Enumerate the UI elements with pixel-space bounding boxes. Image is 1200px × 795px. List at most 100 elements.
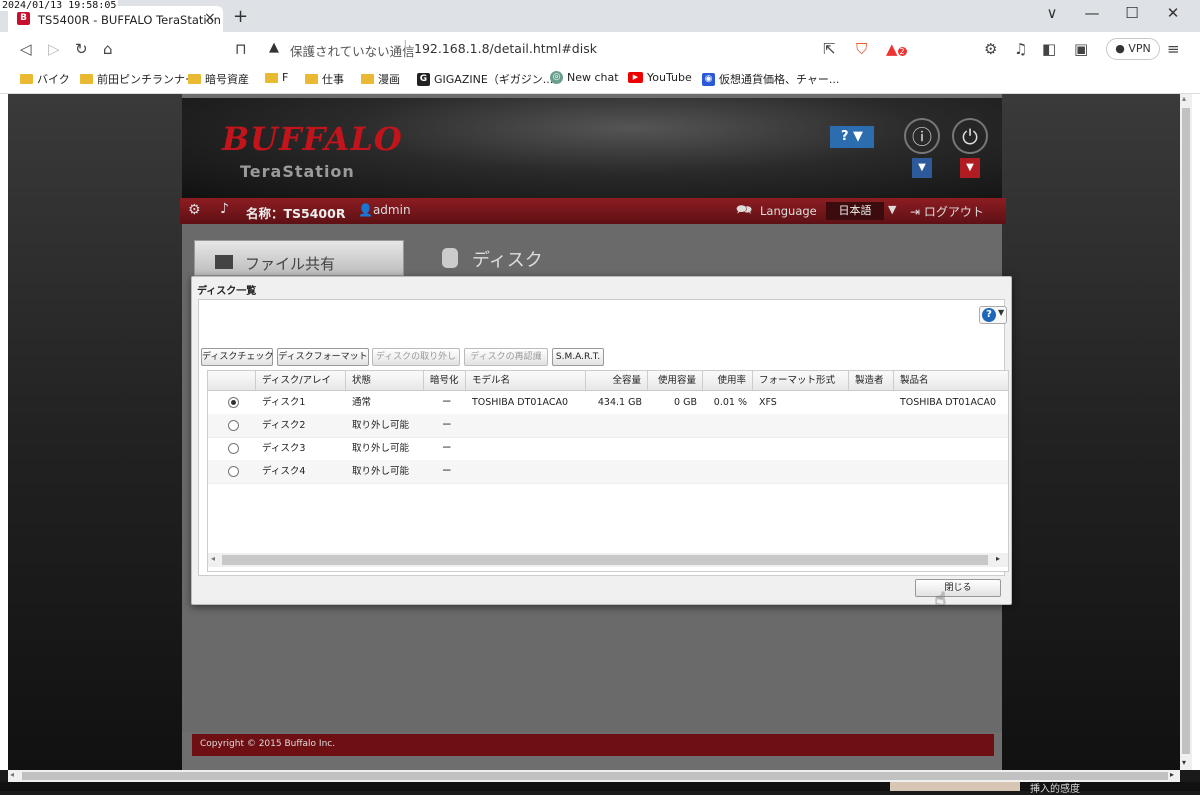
bookmark-folder[interactable]: F	[265, 71, 288, 84]
hand-cursor-icon: ☝	[935, 589, 946, 610]
bookmark-link[interactable]: ▶ YouTube	[628, 71, 692, 84]
page-title: ディスク	[472, 250, 543, 271]
settings-icon[interactable]: ⚙	[188, 202, 201, 218]
row-radio[interactable]	[228, 420, 239, 431]
cell-disk: ディスク3	[262, 443, 306, 454]
insecure-label: 保護されていない通信	[290, 44, 415, 59]
scroll-right-icon[interactable]: ▸	[1170, 770, 1174, 779]
folder-icon	[20, 74, 33, 84]
tab-search-icon[interactable]: ∨	[1037, 4, 1067, 22]
back-icon[interactable]: ◁	[20, 40, 32, 58]
new-tab-button[interactable]: +	[233, 8, 248, 26]
col-header[interactable]: 全容量	[586, 371, 648, 391]
power-dropdown-icon[interactable]: ▼	[960, 158, 980, 178]
col-header[interactable]: 製造者	[849, 371, 894, 391]
music-note-icon[interactable]: ♪	[220, 201, 229, 217]
power-icon[interactable]: ⏻	[952, 118, 988, 154]
desktop-strip	[0, 782, 1200, 791]
table-row[interactable]: ディスク3 取り外し可能 ー	[208, 437, 1008, 461]
nas-toolbar: ⚙ ♪ 名称：TS5400R 👤admin 🗪 Language 日本語 ▼ ⇥…	[180, 198, 1006, 224]
page-horizontal-scrollbar[interactable]: ◂ ▸	[8, 770, 1180, 782]
cell-rate: 0.01 %	[713, 397, 747, 408]
scroll-left-icon[interactable]: ◂	[10, 770, 14, 779]
logout-icon: ⇥	[910, 205, 924, 219]
bookmark-folder[interactable]: 仕事	[305, 71, 344, 87]
nas-footer: Copyright © 2015 Buffalo Inc.	[192, 734, 994, 756]
bookmark-link[interactable]: ◎ New chat	[550, 71, 619, 84]
table-row[interactable]: ディスク2 取り外し可能 ー	[208, 414, 1008, 438]
page-vertical-scrollbar[interactable]: ▴ ▾	[1180, 94, 1192, 770]
maximize-button[interactable]: ☐	[1117, 4, 1147, 22]
header-help-button[interactable]: ? ▼	[830, 126, 874, 148]
row-radio[interactable]	[228, 397, 239, 408]
bookmark-folder[interactable]: 前田ピンチランナー	[80, 71, 196, 87]
copyright: Copyright © 2015 Buffalo Inc.	[200, 739, 336, 749]
scroll-down-icon[interactable]: ▾	[1182, 758, 1186, 767]
bookmark-label: 前田ピンチランナー	[97, 73, 196, 86]
disk-table: ディスク/アレイ 状態 暗号化 モデル名 全容量 使用容量 使用率 フォーマット…	[207, 370, 1009, 572]
cell-status: 取り外し可能	[352, 443, 410, 454]
logout-label: ログアウト	[923, 205, 984, 219]
col-header[interactable]: 製品名	[894, 371, 1008, 391]
cell-enc: ー	[442, 443, 452, 454]
forward-icon[interactable]: ▷	[48, 40, 60, 58]
disk-remove-button[interactable]: ディスクの取り外し	[372, 348, 460, 366]
table-row[interactable]: ディスク1 通常 ー TOSHIBA DT01ACA0 434.1 GB 0 G…	[208, 391, 1008, 415]
home-icon[interactable]: ⌂	[103, 40, 113, 58]
col-header[interactable]: 暗号化	[424, 371, 466, 391]
scrollbar-thumb[interactable]	[1182, 108, 1190, 754]
scroll-left-icon[interactable]: ◂	[211, 554, 215, 563]
bookmark-folder[interactable]: バイク	[20, 71, 70, 87]
col-header[interactable]: 状態	[346, 371, 424, 391]
col-header[interactable]: ディスク/アレイ	[256, 371, 346, 391]
cell-disk: ディスク2	[262, 420, 306, 431]
info-dropdown-icon[interactable]: ▼	[912, 158, 932, 178]
bookmark-folder[interactable]: 漫画	[361, 71, 400, 87]
minimize-button[interactable]: —	[1077, 4, 1107, 22]
info-icon[interactable]: ⓘ	[904, 118, 940, 154]
row-radio[interactable]	[228, 443, 239, 454]
buffalo-logo: BUFFALO	[222, 120, 403, 158]
col-header[interactable]: フォーマット形式	[753, 371, 849, 391]
chevron-down-icon[interactable]: ▼	[888, 203, 896, 216]
language-select[interactable]: 日本語	[826, 202, 884, 220]
url-box[interactable]: ▲ 保護されていない通信 | 192.168.1.8/detail.html#d…	[228, 36, 908, 62]
close-button[interactable]: 閉じる	[915, 579, 1001, 597]
cell-status: 取り外し可能	[352, 420, 410, 431]
url-text[interactable]: 192.168.1.8/detail.html#disk	[414, 41, 597, 56]
reload-icon[interactable]: ↻	[75, 40, 88, 58]
wallet-icon[interactable]: ▣	[1074, 40, 1088, 58]
media-icon[interactable]: ♫	[1014, 40, 1027, 58]
disk-check-button[interactable]: ディスクチェック	[201, 348, 273, 366]
scroll-right-icon[interactable]: ▸	[996, 554, 1000, 563]
extensions-icon[interactable]: ⚙	[984, 40, 997, 58]
col-header[interactable]: モデル名	[466, 371, 586, 391]
col-header[interactable]: 使用率	[703, 371, 753, 391]
tab-close-icon[interactable]: ×	[204, 10, 216, 26]
dialog-help-button[interactable]: ? ▼	[979, 306, 1007, 324]
table-row[interactable]: ディスク4 取り外し可能 ー	[208, 460, 1008, 484]
bookmark-folder[interactable]: 暗号資産	[188, 71, 249, 87]
menu-icon[interactable]: ≡	[1167, 40, 1180, 58]
vpn-button[interactable]: ● VPN	[1106, 38, 1160, 60]
scrollbar-thumb[interactable]	[22, 772, 1168, 780]
nav-file-share[interactable]: ファイル共有	[194, 240, 404, 276]
row-radio[interactable]	[228, 466, 239, 477]
logout-button[interactable]: ⇥ ログアウト	[910, 203, 984, 220]
close-window-button[interactable]: ✕	[1158, 4, 1188, 22]
sidebar-icon[interactable]: ◧	[1042, 40, 1056, 58]
col-header[interactable]: 使用容量	[648, 371, 703, 391]
smart-button[interactable]: S.M.A.R.T.	[552, 348, 604, 366]
scroll-up-icon[interactable]: ▴	[1182, 94, 1186, 103]
disk-format-button[interactable]: ディスクフォーマット	[277, 348, 369, 366]
cell-disk: ディスク1	[262, 397, 306, 408]
brave-rewards-icon[interactable]: ▲ 2	[886, 40, 907, 58]
disk-recognize-button[interactable]: ディスクの再認識	[464, 348, 548, 366]
brave-shield-icon[interactable]: ⛉	[856, 40, 867, 58]
scrollbar-thumb[interactable]	[222, 555, 988, 565]
table-horizontal-scrollbar[interactable]: ◂ ▸	[208, 553, 1008, 567]
bookmark-link[interactable]: G GIGAZINE（ギガジン...	[417, 71, 553, 87]
share-icon[interactable]: ⇱	[823, 40, 836, 58]
cell-maker	[849, 391, 861, 414]
bookmark-link[interactable]: ◉ 仮想通貨価格、チャー...	[702, 71, 839, 87]
